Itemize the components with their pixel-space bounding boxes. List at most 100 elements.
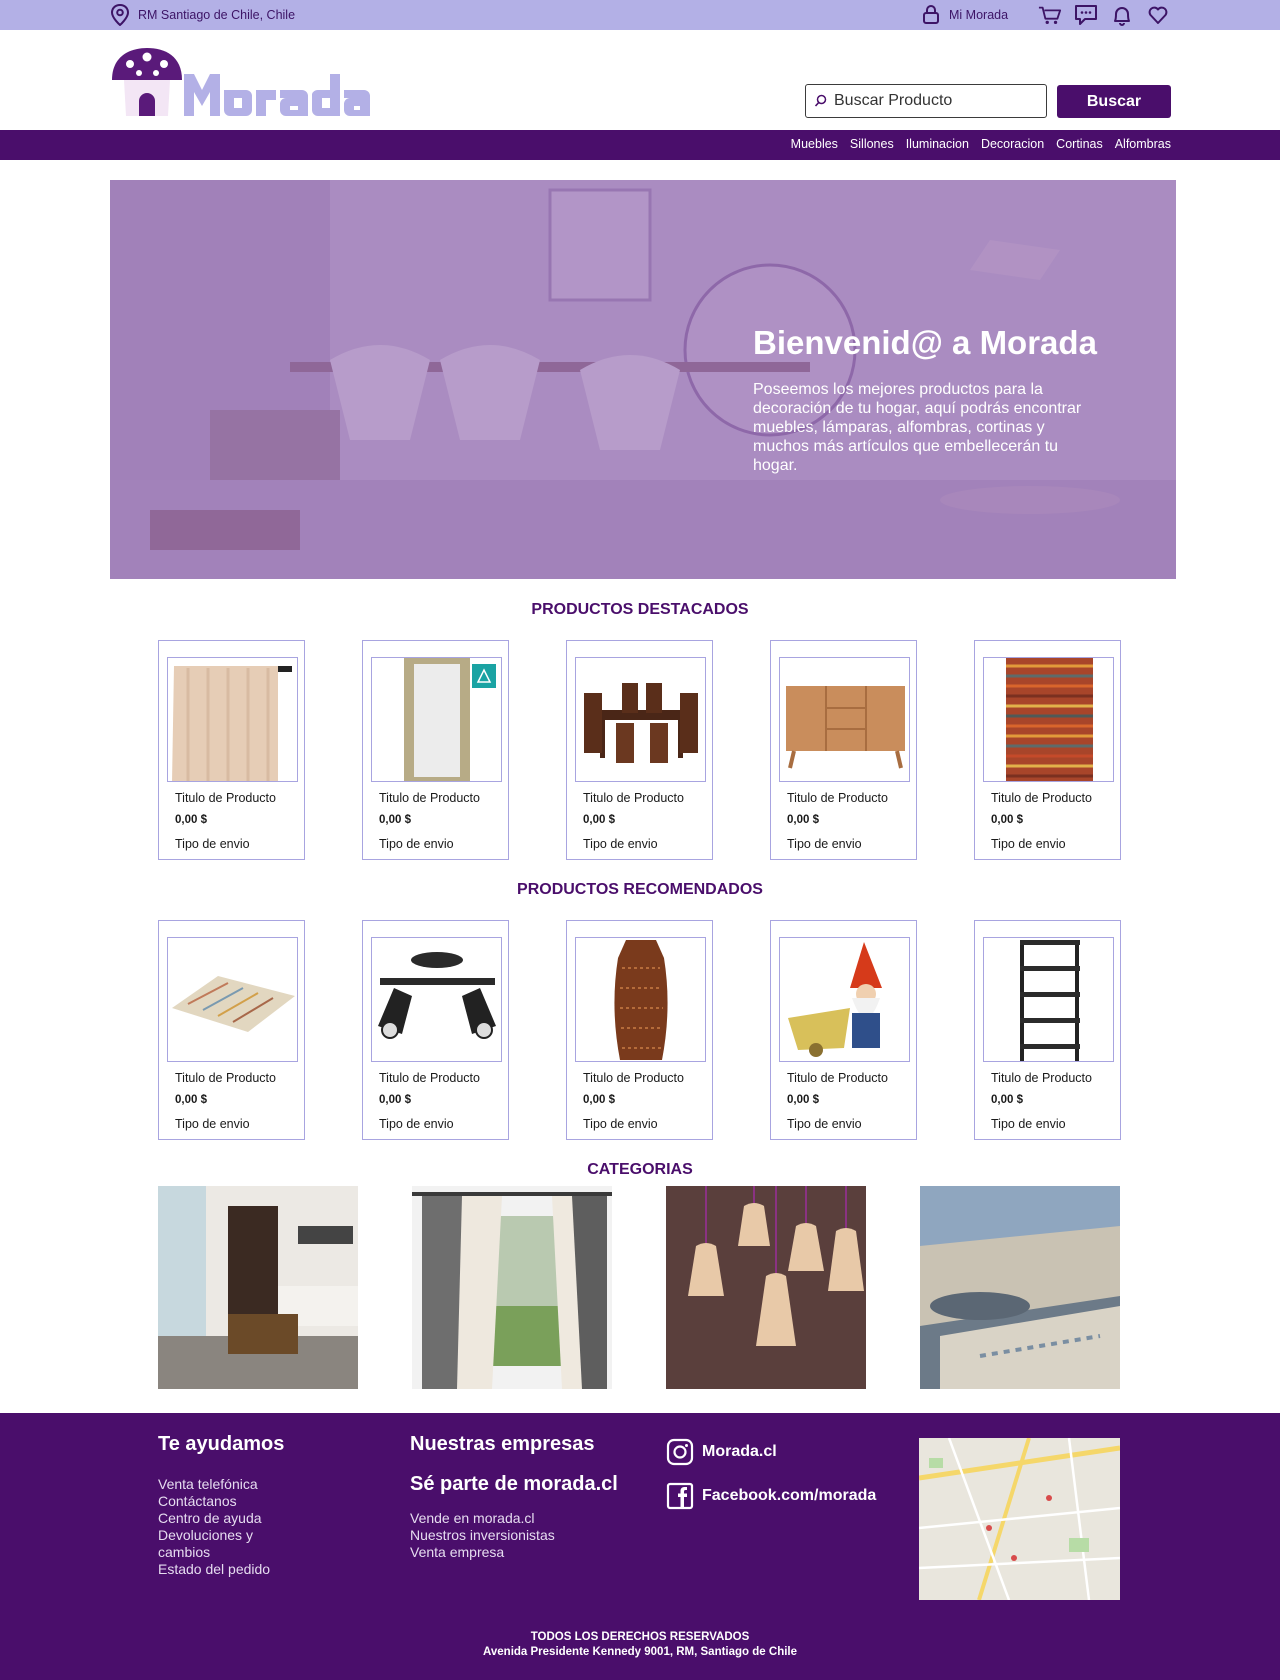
account-label: Mi Morada xyxy=(949,8,1009,22)
bell-icon[interactable] xyxy=(1110,4,1134,26)
hero-description: Poseemos los mejores productos para la d… xyxy=(753,381,1082,474)
product-card[interactable]: Titulo de Producto 0,00 $ Tipo de envio xyxy=(974,920,1121,1140)
footer-link-inversionistas[interactable]: Nuestros inversionistas xyxy=(410,1527,555,1544)
category-lamps[interactable] xyxy=(666,1186,866,1389)
account-link[interactable]: Mi Morada xyxy=(921,5,1008,25)
product-card[interactable]: Titulo de Producto 0,00 $ Tipo de envio xyxy=(362,640,509,860)
footer-link-centro-ayuda[interactable]: Centro de ayuda xyxy=(158,1510,270,1527)
nav-item-decoracion[interactable]: Decoracion xyxy=(981,137,1044,151)
product-image-mirror xyxy=(371,657,502,782)
category-rugs[interactable] xyxy=(920,1186,1120,1389)
product-card[interactable]: Titulo de Producto 0,00 $ Tipo de envio xyxy=(566,640,713,860)
recommended-title: PRODUCTOS RECOMENDADOS xyxy=(517,881,763,898)
instagram-link[interactable]: Morada.cl xyxy=(666,1438,777,1466)
featured-products: Titulo de Producto 0,00 $ Tipo de envio … xyxy=(158,640,1121,860)
product-price: 0,00 $ xyxy=(379,1094,411,1106)
footer-link-vende[interactable]: Vende en morada.cl xyxy=(410,1510,555,1527)
facebook-link[interactable]: Facebook.com/morada xyxy=(666,1482,876,1510)
location-text: RM Santiago de Chile, Chile xyxy=(138,8,296,22)
product-title: Titulo de Producto xyxy=(175,1071,276,1085)
category-nav: Muebles Sillones Iluminacion Decoracion … xyxy=(0,130,1280,160)
product-shipping: Tipo de envio xyxy=(379,1117,454,1131)
footer-link-venta-telefonica[interactable]: Venta telefónica xyxy=(158,1476,270,1493)
nav-item-iluminacion[interactable]: Iluminacion xyxy=(906,137,969,151)
product-price: 0,00 $ xyxy=(991,1094,1023,1106)
footer-link-devoluciones[interactable]: Devoluciones y xyxy=(158,1527,270,1544)
header: Buscar xyxy=(0,30,1280,130)
product-card[interactable]: Titulo de Producto 0,00 $ Tipo de envio xyxy=(158,640,305,860)
product-title: Titulo de Producto xyxy=(379,1071,480,1085)
join-links: Vende en morada.cl Nuestros inversionist… xyxy=(410,1510,555,1561)
hero-title: Bienvenid@ a Morada xyxy=(753,324,1097,361)
product-title: Titulo de Producto xyxy=(379,791,480,805)
facebook-icon xyxy=(666,1482,694,1510)
nav-item-muebles[interactable]: Muebles xyxy=(791,137,838,151)
nav-item-alfombras[interactable]: Alfombras xyxy=(1115,137,1171,151)
product-title: Titulo de Producto xyxy=(583,1071,684,1085)
search-button[interactable]: Buscar xyxy=(1057,85,1171,118)
product-card[interactable]: Titulo de Producto 0,00 $ Tipo de envio xyxy=(770,920,917,1140)
recommended-products: Titulo de Producto 0,00 $ Tipo de envio … xyxy=(158,920,1121,1140)
product-card[interactable]: Titulo de Producto 0,00 $ Tipo de envio xyxy=(362,920,509,1140)
product-price: 0,00 $ xyxy=(991,814,1023,826)
instagram-label: Morada.cl xyxy=(702,1443,777,1460)
cart-icon[interactable] xyxy=(1038,4,1062,26)
product-image-curtain xyxy=(167,657,298,782)
product-title: Titulo de Producto xyxy=(991,791,1092,805)
nav-item-sillones[interactable]: Sillones xyxy=(850,137,894,151)
category-curtains[interactable] xyxy=(412,1186,612,1389)
copyright: TODOS LOS DERECHOS RESERVADOS xyxy=(530,1631,750,1643)
footer-link-contactanos[interactable]: Contáctanos xyxy=(158,1493,270,1510)
facebook-label: Facebook.com/morada xyxy=(702,1487,877,1504)
categories-title: CATEGORIAS xyxy=(587,1161,693,1178)
product-card[interactable]: Titulo de Producto 0,00 $ Tipo de envio xyxy=(158,920,305,1140)
user-icon xyxy=(923,5,939,24)
search-icon xyxy=(814,94,827,107)
product-title: Titulo de Producto xyxy=(175,791,276,805)
hero-banner: Bienvenid@ a Morada Poseemos los mejores… xyxy=(110,180,1176,579)
footer-link-estado-pedido[interactable]: Estado del pedido xyxy=(158,1561,270,1578)
footer-link-cambios[interactable]: cambios xyxy=(158,1544,270,1561)
product-title: Titulo de Producto xyxy=(583,791,684,805)
location[interactable]: RM Santiago de Chile, Chile xyxy=(110,4,295,26)
product-shipping: Tipo de envio xyxy=(175,1117,250,1131)
product-price: 0,00 $ xyxy=(175,814,207,826)
product-price: 0,00 $ xyxy=(175,1094,207,1106)
footer: Te ayudamos Venta telefónica Contáctanos… xyxy=(0,1413,1280,1680)
product-image-sideboard xyxy=(779,657,910,782)
product-title: Titulo de Producto xyxy=(787,791,888,805)
product-image-gnome xyxy=(779,937,910,1062)
featured-title: PRODUCTOS DESTACADOS xyxy=(531,601,749,618)
help-links: Venta telefónica Contáctanos Centro de a… xyxy=(158,1476,270,1578)
product-card[interactable]: Titulo de Producto 0,00 $ Tipo de envio xyxy=(770,640,917,860)
product-image-rug xyxy=(167,937,298,1062)
join-title: Sé parte de morada.cl xyxy=(410,1473,618,1495)
footer-link-venta-empresa[interactable]: Venta empresa xyxy=(410,1544,555,1561)
product-shipping: Tipo de envio xyxy=(583,837,658,851)
product-shipping: Tipo de envio xyxy=(583,1117,658,1131)
instagram-icon xyxy=(666,1438,694,1466)
product-shipping: Tipo de envio xyxy=(175,837,250,851)
product-price: 0,00 $ xyxy=(583,814,615,826)
address: Avenida Presidente Kennedy 9001, RM, San… xyxy=(483,1646,797,1658)
chat-icon[interactable] xyxy=(1074,4,1098,26)
search-field[interactable] xyxy=(805,84,1047,118)
product-price: 0,00 $ xyxy=(787,1094,819,1106)
product-title: Titulo de Producto xyxy=(991,1071,1092,1085)
product-price: 0,00 $ xyxy=(787,814,819,826)
search-input[interactable] xyxy=(834,92,1034,110)
nav-item-cortinas[interactable]: Cortinas xyxy=(1056,137,1103,151)
product-image-dining-set xyxy=(575,657,706,782)
location-map[interactable] xyxy=(919,1438,1120,1600)
product-shipping: Tipo de envio xyxy=(379,837,454,851)
category-living-room[interactable] xyxy=(158,1186,358,1389)
companies-title[interactable]: Nuestras empresas xyxy=(410,1433,595,1456)
help-title: Te ayudamos xyxy=(158,1433,285,1455)
product-image-striped-rug xyxy=(983,657,1114,782)
product-price: 0,00 $ xyxy=(583,1094,615,1106)
product-card[interactable]: Titulo de Producto 0,00 $ Tipo de envio xyxy=(566,920,713,1140)
heart-icon[interactable] xyxy=(1146,4,1170,26)
product-card[interactable]: Titulo de Producto 0,00 $ Tipo de envio xyxy=(974,640,1121,860)
top-bar: RM Santiago de Chile, Chile Mi Morada xyxy=(0,0,1280,30)
logo[interactable] xyxy=(110,46,370,120)
